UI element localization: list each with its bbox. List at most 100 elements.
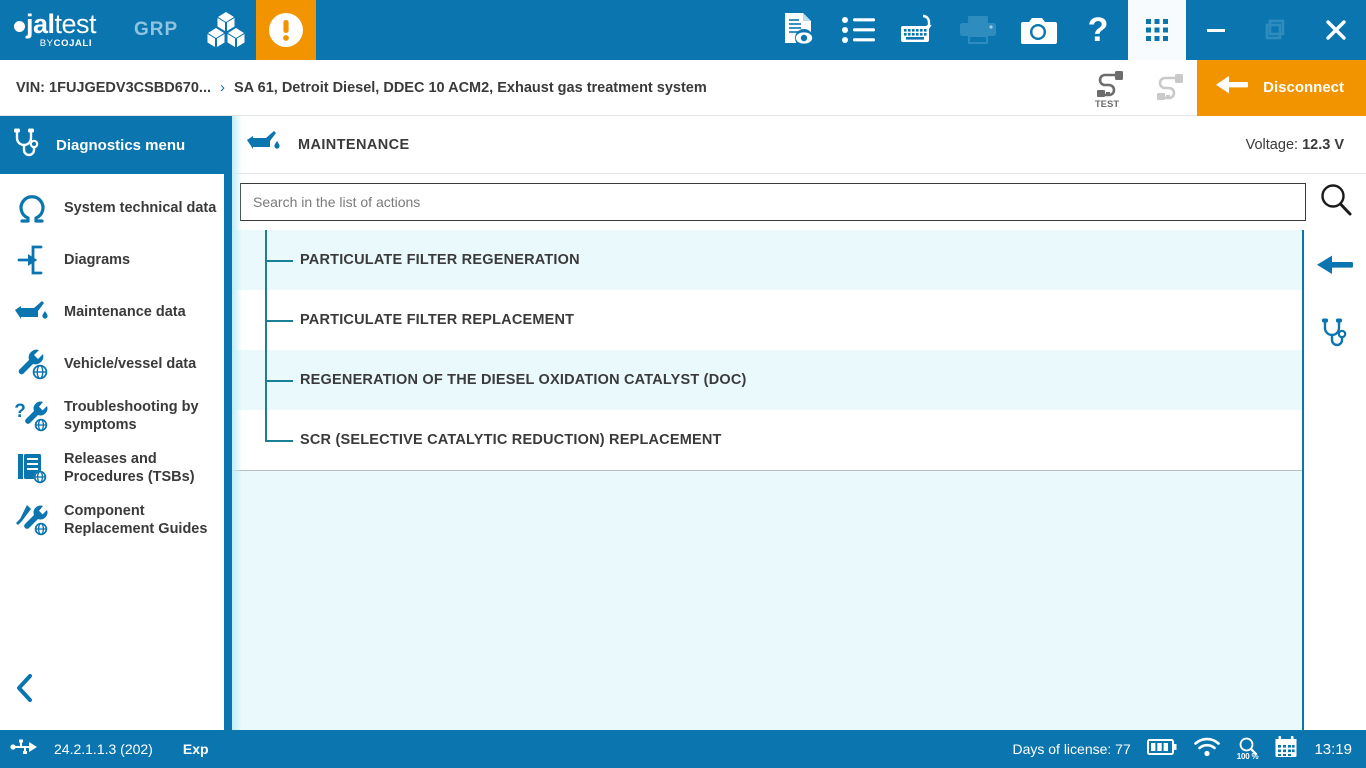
- sidebar-item-maintenance-data[interactable]: Maintenance data: [0, 286, 232, 338]
- disconnect-button[interactable]: Disconnect: [1197, 59, 1366, 116]
- content-left-rail: [224, 116, 232, 730]
- document-report-icon[interactable]: [768, 0, 828, 60]
- svg-text:?: ?: [1088, 12, 1109, 48]
- question-wrench-icon: ?: [12, 400, 52, 432]
- content-area: MAINTENANCE Voltage: 12.3 V Search in th…: [224, 116, 1366, 730]
- cubes-icon[interactable]: [196, 11, 256, 49]
- connector-icon[interactable]: [1137, 60, 1197, 116]
- wifi-icon[interactable]: [1193, 737, 1221, 762]
- action-label: PARTICULATE FILTER REGENERATION: [300, 251, 580, 268]
- action-label: REGENERATION OF THE DIESEL OXIDATION CAT…: [300, 371, 747, 388]
- voltage-value: 12.3 V: [1302, 136, 1344, 153]
- ohm-icon: [12, 192, 52, 224]
- right-rail: [1304, 230, 1366, 730]
- list-icon[interactable]: [828, 0, 888, 60]
- breadcrumb-actions: TEST Disconnect: [1077, 59, 1366, 116]
- calendar-icon[interactable]: [1274, 735, 1298, 764]
- breadcrumb-bar: VIN: 1FUJGEDV3CSBD670... › SA 61, Detroi…: [0, 59, 1366, 116]
- action-label: PARTICULATE FILTER REPLACEMENT: [300, 311, 575, 328]
- svg-text:TEST: TEST: [1095, 99, 1119, 109]
- action-row-particulate-filter-regeneration[interactable]: PARTICULATE FILTER REGENERATION: [232, 230, 1302, 290]
- sidebar-item-troubleshooting-by-symptoms[interactable]: ? Troubleshooting by symptoms: [0, 390, 232, 442]
- application-window: jaltest BYCOJALI GRP ? VIN: 1FUJGEDV3CSB…: [0, 0, 1366, 768]
- sidebar-item-diagrams[interactable]: Diagrams: [0, 234, 232, 286]
- sidebar-items: System technical data Diagrams Maintenan…: [0, 174, 232, 546]
- search-input[interactable]: [253, 194, 1293, 210]
- logo-text-bold: jal: [26, 9, 55, 40]
- stethoscope-icon: [12, 127, 42, 164]
- keyboard-icon[interactable]: [888, 0, 948, 60]
- actions-list-area: PARTICULATE FILTER REGENERATION PARTICUL…: [232, 230, 1366, 730]
- window-controls: [1186, 0, 1366, 60]
- title-bar: jaltest BYCOJALI GRP ?: [0, 0, 1366, 60]
- svg-text:?: ?: [15, 401, 26, 422]
- actions-panel: PARTICULATE FILTER REGENERATION PARTICUL…: [232, 230, 1304, 730]
- app-logo: jaltest BYCOJALI: [0, 11, 128, 49]
- sidebar: Diagnostics menu System technical data D…: [0, 116, 232, 730]
- apps-grid-icon[interactable]: [1128, 0, 1186, 60]
- tree-branch-icon: [265, 379, 293, 382]
- help-icon[interactable]: ?: [1068, 0, 1128, 60]
- close-icon[interactable]: [1306, 0, 1366, 60]
- sidebar-header-diagnostics-menu[interactable]: Diagnostics menu: [0, 116, 232, 174]
- search-box[interactable]: [240, 183, 1306, 221]
- arrow-left-icon: [1316, 251, 1354, 284]
- breadcrumb-separator-icon: ›: [220, 79, 226, 96]
- restore-icon[interactable]: [1246, 0, 1306, 60]
- sidebar-item-label: System technical data: [64, 199, 217, 216]
- sidebar-item-label: Vehicle/vessel data: [64, 355, 197, 372]
- logo-dot-icon: [14, 21, 25, 33]
- printer-icon[interactable]: [948, 0, 1008, 60]
- battery-icon[interactable]: [1146, 737, 1177, 762]
- diagnostics-button[interactable]: [1312, 312, 1358, 358]
- action-label: SCR (SELECTIVE CATALYTIC REDUCTION) REPL…: [300, 431, 722, 448]
- tree-branch-icon: [265, 259, 293, 262]
- search-button[interactable]: [1306, 174, 1366, 230]
- zoom-level-indicator[interactable]: 100 %: [1237, 737, 1259, 761]
- diagram-arrow-icon: [12, 244, 52, 276]
- warning-icon[interactable]: [256, 0, 316, 60]
- sidebar-item-component-replacement-guides[interactable]: Component Replacement Guides: [0, 494, 232, 546]
- status-left: 24.2.1.1.3 (202) Exp: [10, 738, 209, 761]
- sidebar-item-label: Releases and Procedures (TSBs): [64, 450, 195, 485]
- voltage-indicator: Voltage: 12.3 V: [1246, 137, 1366, 153]
- main-body: Diagnostics menu System technical data D…: [0, 116, 1366, 730]
- grp-label: GRP: [134, 19, 179, 40]
- breadcrumb-vin[interactable]: VIN: 1FUJGEDV3CSBD670...: [16, 80, 211, 96]
- minimize-icon[interactable]: [1186, 0, 1246, 60]
- tree-branch-icon: [265, 439, 293, 442]
- clock-label: 13:19: [1314, 740, 1352, 758]
- sidebar-item-vehicle-vessel-data[interactable]: Vehicle/vessel data: [0, 338, 232, 390]
- logo-text-light: test: [54, 9, 97, 40]
- version-label: 24.2.1.1.3 (202): [54, 741, 153, 757]
- sidebar-item-system-technical-data[interactable]: System technical data: [0, 182, 232, 234]
- search-row: [232, 174, 1366, 230]
- status-right: Days of license: 77 100 % 13:19: [1012, 735, 1352, 764]
- documents-globe-icon: [12, 452, 52, 484]
- action-row-scr-replacement[interactable]: SCR (SELECTIVE CATALYTIC REDUCTION) REPL…: [232, 410, 1302, 470]
- mode-label: Exp: [182, 741, 209, 757]
- page-header: MAINTENANCE Voltage: 12.3 V: [232, 116, 1366, 174]
- zoom-percent-label: 100 %: [1236, 752, 1259, 761]
- back-button[interactable]: [1312, 244, 1358, 290]
- breadcrumb-system[interactable]: SA 61, Detroit Diesel, DDEC 10 ACM2, Exh…: [234, 80, 707, 96]
- sidebar-item-label: Diagrams: [64, 251, 131, 268]
- sidebar-item-label: Troubleshooting by symptoms: [64, 398, 199, 433]
- sidebar-collapse-button[interactable]: [14, 673, 36, 708]
- logo-by-text: BY: [39, 38, 54, 50]
- tree-branch-icon: [265, 319, 293, 322]
- logo-brand-text: COJALI: [53, 38, 93, 50]
- actions-tree: PARTICULATE FILTER REGENERATION PARTICUL…: [232, 230, 1302, 471]
- sidebar-item-label: Component Replacement Guides: [64, 502, 208, 537]
- action-row-regeneration-doc[interactable]: REGENERATION OF THE DIESEL OXIDATION CAT…: [232, 350, 1302, 410]
- list-empty-space: [232, 471, 1302, 730]
- connector-test-icon[interactable]: TEST: [1077, 60, 1137, 116]
- usb-icon: [10, 738, 40, 761]
- sidebar-item-releases-and-procedures[interactable]: Releases and Procedures (TSBs): [0, 442, 232, 494]
- action-row-particulate-filter-replacement[interactable]: PARTICULATE FILTER REPLACEMENT: [232, 290, 1302, 350]
- sidebar-header-label: Diagnostics menu: [56, 136, 186, 154]
- page-title: MAINTENANCE: [298, 136, 410, 153]
- camera-icon[interactable]: [1008, 0, 1068, 60]
- search-icon: [1319, 183, 1353, 222]
- chevron-left-icon: [14, 674, 36, 707]
